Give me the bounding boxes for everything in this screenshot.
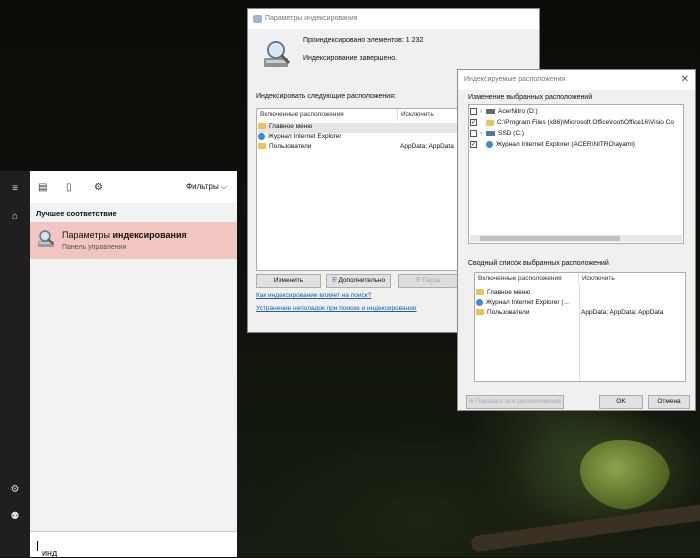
internet-explorer-icon	[258, 133, 265, 140]
window-titlebar[interactable]: Параметры индексирования	[248, 9, 539, 29]
search-input[interactable]: инд	[30, 531, 237, 558]
filters-label: Фильтры	[186, 182, 219, 191]
folder-icon	[258, 143, 266, 150]
shield-icon: ⛨	[415, 277, 421, 284]
column-divider	[579, 285, 580, 381]
location-name: Журнал Internet Explorer (...	[486, 299, 569, 307]
home-icon[interactable]: ⌂	[9, 211, 21, 223]
window-titlebar[interactable]: Индексируемые расположения ✕	[458, 70, 695, 90]
index-locations-label: Индексировать следующие расположения:	[256, 93, 396, 100]
list-item[interactable]: Пользователи AppData; AppData; AppData	[476, 309, 684, 319]
scrollbar-thumb[interactable]	[480, 236, 620, 241]
ok-button[interactable]: OK	[599, 395, 643, 409]
location-exclude: AppData; AppData	[400, 143, 454, 150]
settings-filter-icon[interactable]: ⚙	[94, 182, 103, 193]
list-item[interactable]: Журнал Internet Explorer (...	[476, 299, 569, 309]
tree-item-label: SSD (C:)	[498, 130, 524, 138]
column-header-included[interactable]: Включенные расположения	[475, 273, 579, 285]
window-title: Параметры индексирования	[265, 15, 358, 22]
locations-tree[interactable]: › AcerNitro (D:) ✓ C:\Program Files (x86)\…	[468, 104, 684, 244]
tree-item[interactable]: › SSD (C:)	[470, 130, 524, 140]
location-name: Журнал Internet Explorer	[268, 133, 342, 141]
pause-button-label: Пауза	[422, 277, 441, 284]
location-name: Главное меню	[487, 289, 531, 296]
indexing-options-icon	[264, 41, 291, 67]
modify-button[interactable]: Изменить	[256, 274, 321, 288]
summary-list[interactable]: Включенные расположения Исключить Главно…	[474, 272, 686, 382]
pause-button[interactable]: ⛨ Пауза	[398, 274, 458, 288]
items-indexed-count: Проиндексировано элементов: 1 232	[303, 37, 424, 44]
chevron-down-icon: ⌵	[220, 182, 227, 191]
column-header-exclude[interactable]: Исключить	[579, 273, 685, 285]
location-name: Пользователи	[269, 143, 312, 150]
checkbox[interactable]	[470, 130, 477, 137]
filters-dropdown[interactable]: Фильтры ⌵	[186, 182, 227, 192]
location-name: Главное меню	[269, 123, 313, 130]
window-title: Индексируемые расположения	[464, 76, 566, 83]
internet-explorer-icon	[476, 299, 483, 306]
advanced-button-label: Дополнительно	[338, 277, 386, 284]
close-icon[interactable]: ✕	[681, 74, 689, 85]
troubleshoot-link[interactable]: Устранение неполадок при поиске и индекс…	[256, 305, 417, 312]
drive-icon	[486, 131, 495, 136]
documents-filter-icon[interactable]: ▯	[66, 182, 72, 193]
tree-item[interactable]: ✓ C:\Program Files (x86)\Microsoft Office…	[470, 119, 674, 129]
how-indexing-affects-link[interactable]: Как индексирование влияет на поиск?	[256, 292, 371, 299]
search-filter-bar: ▤ ▯ ⚙ Фильтры ⌵	[30, 171, 237, 203]
folder-icon	[258, 123, 266, 130]
text-caret	[37, 540, 38, 551]
internet-explorer-icon	[486, 141, 493, 148]
indexed-locations-window: Индексируемые расположения ✕ Изменение в…	[457, 69, 696, 411]
tree-item[interactable]: › AcerNitro (D:)	[470, 108, 538, 118]
checkbox[interactable]	[470, 108, 477, 115]
start-rail: ≡ ⌂ ⚙ ⚉	[0, 171, 30, 557]
shield-icon: ⛨	[469, 398, 474, 405]
best-match-result[interactable]: Параметры индексирования Панель управлен…	[30, 222, 237, 259]
tree-item-label: C:\Program Files (x86)\Microsoft Office\…	[497, 119, 675, 127]
result-subtitle: Панель управления	[62, 244, 127, 251]
show-all-label: Показать все расположения	[475, 398, 561, 405]
best-match-heading: Лучшее соответствие	[36, 209, 117, 218]
indexing-options-icon	[38, 230, 54, 247]
apps-filter-icon[interactable]: ▤	[38, 182, 47, 193]
tree-item-label: Журнал Internet Explorer (ACER\NITRO\aya…	[496, 141, 635, 149]
horizontal-scrollbar[interactable]	[470, 235, 682, 242]
checkbox-checked[interactable]: ✓	[470, 141, 477, 148]
drive-icon	[486, 109, 495, 114]
window-app-icon	[253, 15, 262, 23]
start-menu: ≡ ⌂ ⚙ ⚉ ▤ ▯ ⚙ Фильтры ⌵ Лучшее соответст…	[0, 171, 237, 558]
list-item[interactable]: Главное меню	[476, 289, 530, 299]
hamburger-icon[interactable]: ≡	[9, 183, 21, 195]
user-icon[interactable]: ⚉	[9, 511, 21, 523]
result-title-prefix: Параметры	[62, 230, 113, 240]
show-all-locations-button[interactable]: ⛨ Показать все расположения	[466, 395, 564, 409]
tree-item-label: AcerNitro (D:)	[498, 108, 538, 116]
column-header-included[interactable]: Включенные расположения	[257, 109, 398, 121]
result-title: Параметры индексирования	[62, 230, 187, 240]
advanced-button[interactable]: ⛨ Дополнительно	[326, 274, 391, 288]
location-exclude: AppData; AppData; AppData	[581, 309, 664, 316]
change-locations-label: Изменение выбранных расположений	[468, 94, 593, 101]
folder-icon	[476, 289, 484, 296]
checkbox-checked[interactable]: ✓	[470, 119, 477, 126]
result-title-match: индексирования	[112, 230, 187, 240]
folder-icon	[486, 119, 494, 126]
location-name: Пользователи	[487, 309, 530, 316]
indexing-status: Индексирование завершено.	[303, 55, 398, 62]
cancel-button[interactable]: Отмена	[648, 395, 690, 409]
tree-item[interactable]: ✓ Журнал Internet Explorer (ACER\NITRO\ay…	[470, 141, 635, 151]
shield-icon: ⛨	[331, 277, 337, 284]
summary-label: Сводный список выбранных расположений	[468, 260, 609, 267]
settings-gear-icon[interactable]: ⚙	[9, 484, 21, 496]
folder-icon	[476, 309, 484, 316]
